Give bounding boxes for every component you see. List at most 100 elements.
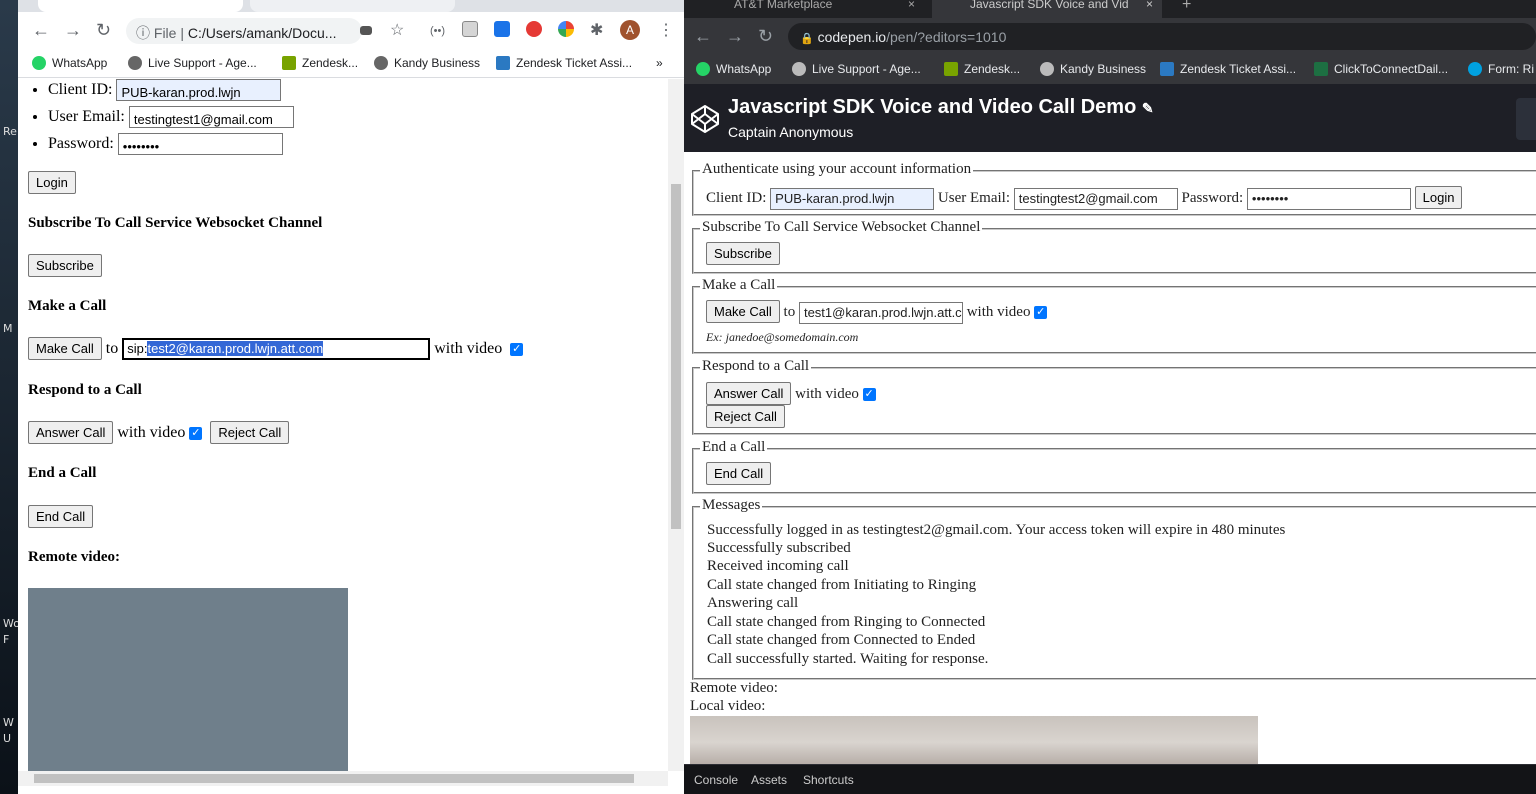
pdf-extension-icon[interactable]	[462, 21, 478, 37]
client-id-input[interactable]: PUB-karan.prod.lwjn	[116, 79, 282, 102]
bookmark-live-support[interactable]: Live Support - Age...	[128, 56, 257, 70]
bookmark-zendesk-ticket[interactable]: Zendesk Ticket Assi...	[1160, 62, 1296, 76]
auth-fieldset: Authenticate using your account informat…	[692, 161, 1536, 216]
profile-avatar[interactable]: A	[620, 20, 640, 40]
login-button[interactable]: Login	[1414, 186, 1463, 209]
menu-kebab-icon[interactable]: ⋮	[658, 20, 674, 40]
bookmark-zendesk[interactable]: Zendesk...	[282, 56, 358, 70]
record-extension-icon[interactable]	[526, 21, 542, 37]
camera-icon[interactable]	[360, 26, 372, 35]
respond-row: Answer Call with video ✓ Reject Call	[28, 421, 290, 444]
tab-strip: AT&T Marketplace × Javascript SDK Voice a…	[684, 0, 1536, 18]
desktop-label: W	[3, 716, 14, 729]
pen-title[interactable]: Javascript SDK Voice and Video Call Demo…	[728, 96, 1154, 119]
answer-call-button[interactable]: Answer Call	[28, 421, 114, 444]
bookmark-clicktoconnect[interactable]: ClickToConnectDail...	[1314, 62, 1448, 76]
subscribe-button[interactable]: Subscribe	[28, 254, 102, 277]
whatsapp-icon	[32, 56, 46, 70]
address-bar[interactable]: 🔒 codepen.io/pen/?editors=1010	[788, 23, 1536, 50]
bookmarks-overflow[interactable]: »	[656, 56, 663, 70]
bookmarks-bar: WhatsApp Live Support - Age... Zendesk..…	[18, 50, 684, 78]
callee-hint: Ex: janedoe@somedomain.com	[706, 330, 859, 344]
browser-tab[interactable]	[250, 0, 455, 12]
password-input[interactable]: ••••••••	[1246, 187, 1411, 210]
bookmark-kandy[interactable]: Kandy Business	[1040, 62, 1146, 76]
respond-legend: Respond to a Call	[700, 358, 812, 375]
bookmark-zendesk[interactable]: Zendesk...	[944, 62, 1020, 76]
codepen-logo-icon[interactable]	[690, 104, 720, 134]
forward-icon[interactable]: →	[726, 26, 744, 47]
extensions-puzzle-icon[interactable]: ✱	[590, 20, 603, 40]
subscribe-button[interactable]: Subscribe	[706, 242, 780, 265]
answer-call-button[interactable]: Answer Call	[706, 382, 792, 405]
assets-button[interactable]: Assets	[751, 773, 787, 787]
remote-video-heading: Remote video:	[28, 549, 121, 565]
close-icon[interactable]: ×	[908, 0, 915, 10]
client-id-input[interactable]: PUB-karan.prod.lwjn	[770, 187, 935, 210]
message-line: Call successfully started. Waiting for r…	[707, 651, 989, 667]
right-browser-window: AT&T Marketplace × Javascript SDK Voice a…	[684, 0, 1536, 794]
screen-extension-icon[interactable]	[494, 21, 510, 37]
email-input[interactable]: testingtest1@gmail.com	[128, 106, 294, 129]
reject-call-button[interactable]: Reject Call	[706, 405, 785, 428]
new-tab-icon[interactable]: +	[1182, 0, 1191, 14]
reload-icon[interactable]: ↻	[758, 26, 773, 47]
console-button[interactable]: Console	[694, 773, 738, 787]
password-input[interactable]: ••••••••	[117, 133, 283, 156]
desktop-label: U	[3, 732, 12, 745]
reload-icon[interactable]: ↻	[96, 20, 111, 41]
auth-row: Client ID: PUB-karan.prod.lwjn User Emai…	[706, 186, 1463, 210]
callee-input[interactable]: test1@karan.prod.lwjn.att.c	[798, 301, 963, 324]
zendesk-icon	[944, 62, 958, 76]
tab-att-marketplace[interactable]: AT&T Marketplace ×	[694, 0, 924, 18]
make-call-legend: Make a Call	[700, 277, 778, 294]
pen-author[interactable]: Captain Anonymous	[728, 124, 853, 140]
subscribe-legend: Subscribe To Call Service Websocket Chan…	[700, 219, 983, 236]
bookmark-form[interactable]: Form: Ri	[1468, 62, 1534, 76]
back-icon[interactable]: ←	[694, 26, 712, 47]
end-call-button[interactable]: End Call	[706, 462, 772, 485]
color-extension-icon[interactable]	[558, 21, 574, 37]
horizontal-scrollbar[interactable]	[18, 771, 668, 786]
end-call-button[interactable]: End Call	[28, 505, 94, 528]
end-call-fieldset: End a Call End Call	[692, 439, 1536, 494]
header-button[interactable]	[1516, 98, 1536, 140]
answer-video-checkbox[interactable]: ✓	[862, 388, 876, 402]
callee-input[interactable]: sip:test2@karan.prod.lwjn.att.com	[122, 338, 431, 361]
list-item: Password: ••••••••	[48, 133, 294, 160]
bookmark-kandy[interactable]: Kandy Business	[374, 56, 480, 70]
video-checkbox[interactable]: ✓	[510, 342, 524, 356]
pencil-icon[interactable]: ✎	[1142, 100, 1154, 116]
browser-tab[interactable]	[38, 0, 243, 12]
video-checkbox[interactable]: ✓	[1034, 306, 1048, 320]
vertical-scrollbar[interactable]	[668, 79, 684, 771]
scroll-thumb[interactable]	[34, 774, 634, 783]
make-call-row: Make Call to test1@karan.prod.lwjn.att.c…	[706, 300, 1048, 324]
bookmark-whatsapp[interactable]: WhatsApp	[696, 62, 771, 76]
email-input[interactable]: testingtest2@gmail.com	[1013, 187, 1178, 210]
desktop-label: M	[3, 322, 13, 335]
tab-codepen[interactable]: Javascript SDK Voice and Vid ×	[932, 0, 1162, 18]
media-icon[interactable]: (••)	[430, 25, 445, 37]
make-call-button[interactable]: Make Call	[706, 300, 780, 323]
make-call-heading: Make a Call	[28, 298, 107, 314]
shortcuts-button[interactable]: Shortcuts	[803, 773, 854, 787]
codepen-footer: Console Assets Shortcuts	[684, 764, 1536, 794]
make-call-button[interactable]: Make Call	[28, 337, 102, 360]
address-bar[interactable]: ⓘ File | C:/Users/amank/Docu...	[126, 18, 362, 44]
bookmarks-bar: WhatsApp Live Support - Age... Zendesk..…	[684, 54, 1536, 84]
bookmark-whatsapp[interactable]: WhatsApp	[32, 56, 107, 70]
bookmark-live-support[interactable]: Live Support - Age...	[792, 62, 921, 76]
forward-icon[interactable]: →	[64, 20, 82, 41]
close-icon[interactable]: ×	[1146, 0, 1153, 10]
answer-video-checkbox[interactable]: ✓	[189, 426, 203, 440]
globe-icon	[374, 56, 388, 70]
star-icon[interactable]: ☆	[390, 20, 404, 40]
scroll-thumb[interactable]	[671, 184, 681, 529]
bookmark-zendesk-ticket[interactable]: Zendesk Ticket Assi...	[496, 56, 632, 70]
back-icon[interactable]: ←	[32, 20, 50, 41]
message-line: Received incoming call	[707, 558, 849, 574]
message-line: Call state changed from Initiating to Ri…	[707, 577, 977, 593]
reject-call-button[interactable]: Reject Call	[210, 421, 290, 444]
login-button[interactable]: Login	[28, 171, 76, 194]
